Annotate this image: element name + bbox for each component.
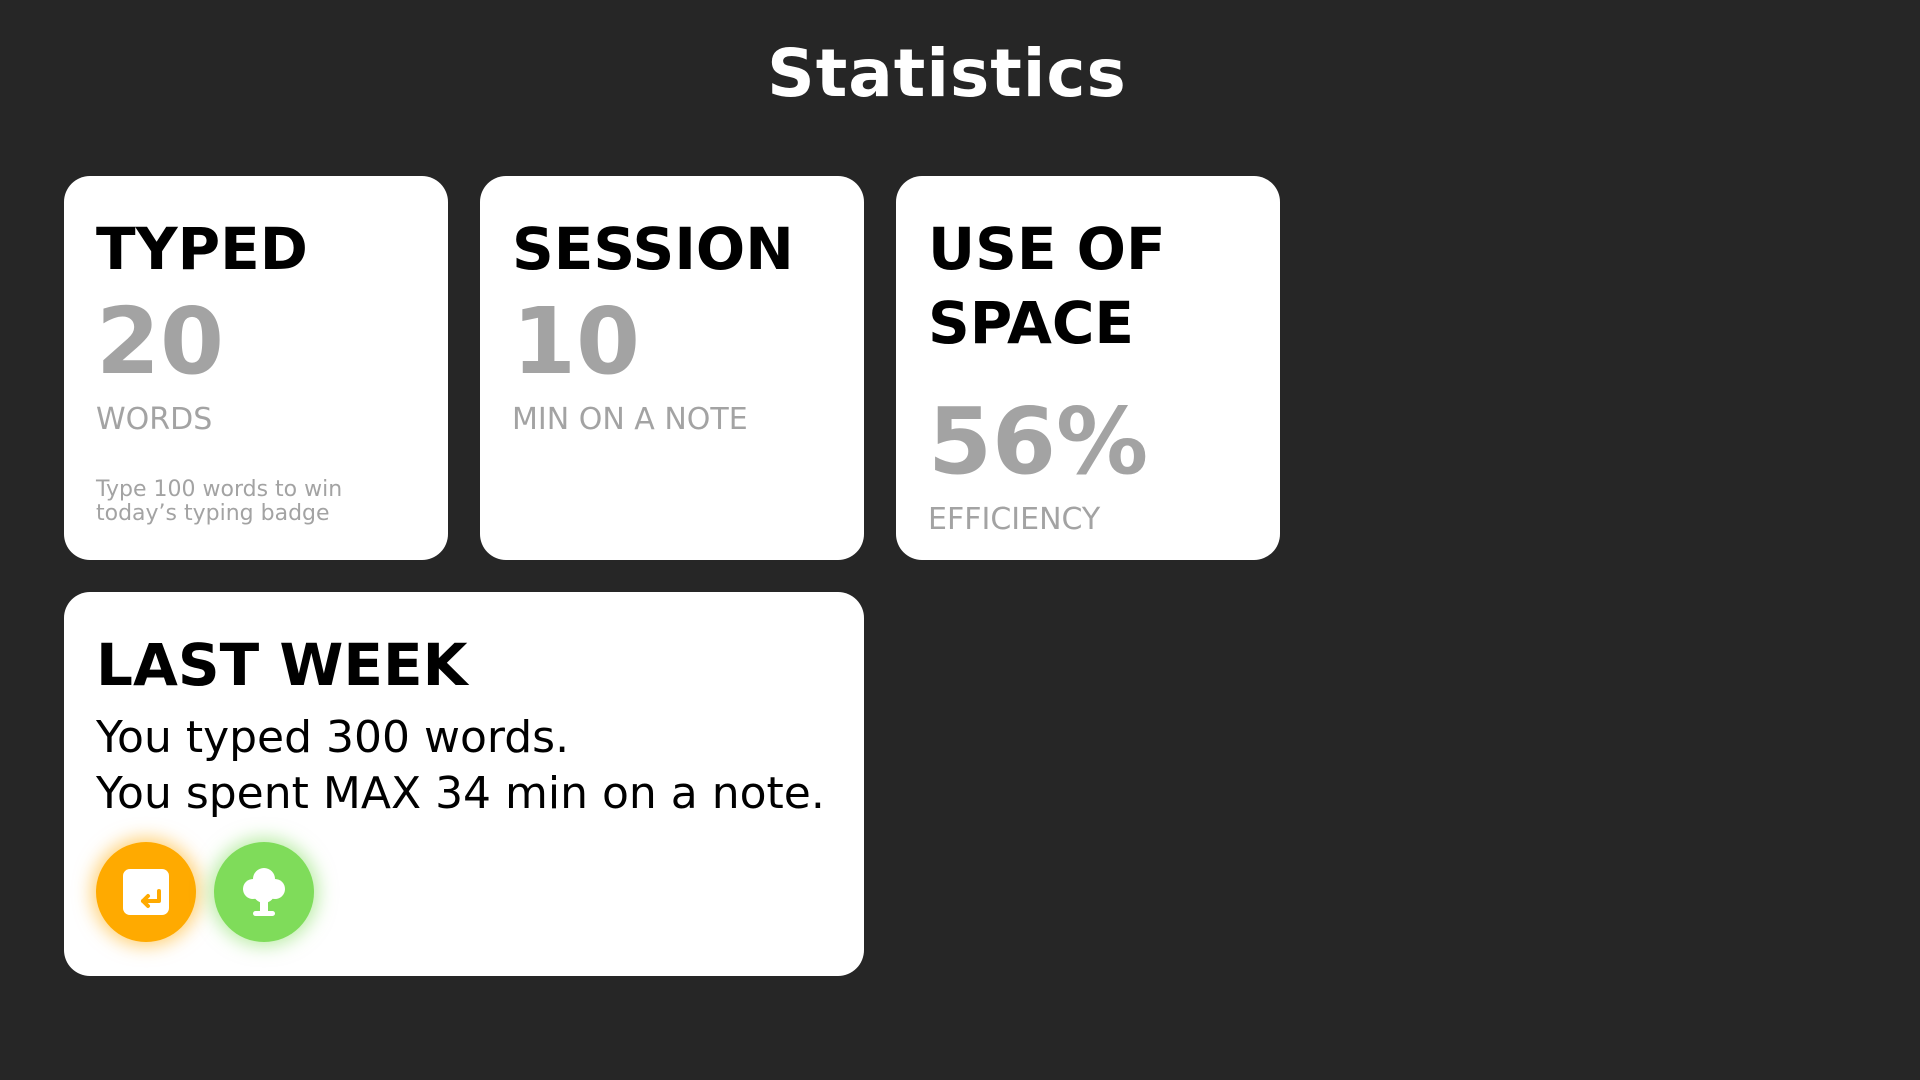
tree-badge[interactable] <box>214 842 314 942</box>
session-card: SESSION 10 MIN ON A NOTE <box>480 176 864 560</box>
typed-card-title: TYPED <box>96 215 308 283</box>
last-week-words-line: You typed 300 words. <box>96 712 570 763</box>
session-card-title: SESSION <box>512 215 794 283</box>
last-week-title: LAST WEEK <box>96 631 468 699</box>
space-card-title: USE OF SPACE <box>928 215 1166 357</box>
tree-badge-icon <box>243 868 285 916</box>
typed-words-unit: WORDS <box>96 402 213 437</box>
page-title: Statistics <box>767 35 1127 112</box>
typing-badge-icon <box>123 869 169 915</box>
typed-words-value: 20 <box>96 288 225 395</box>
session-minutes-value: 10 <box>512 288 641 395</box>
space-efficiency-value: 56% <box>928 388 1149 495</box>
typing-badge-hint: Type 100 words to win today’s typing bad… <box>96 477 343 526</box>
typing-badge[interactable] <box>96 842 196 942</box>
space-efficiency-unit: EFFICIENCY <box>928 502 1101 537</box>
last-week-card: LAST WEEK You typed 300 words. You spent… <box>64 592 864 976</box>
session-minutes-unit: MIN ON A NOTE <box>512 402 748 437</box>
last-week-time-line: You spent MAX 34 min on a note. <box>96 768 825 819</box>
typed-card: TYPED 20 WORDS Type 100 words to win tod… <box>64 176 448 560</box>
space-card: USE OF SPACE 56% EFFICIENCY <box>896 176 1280 560</box>
